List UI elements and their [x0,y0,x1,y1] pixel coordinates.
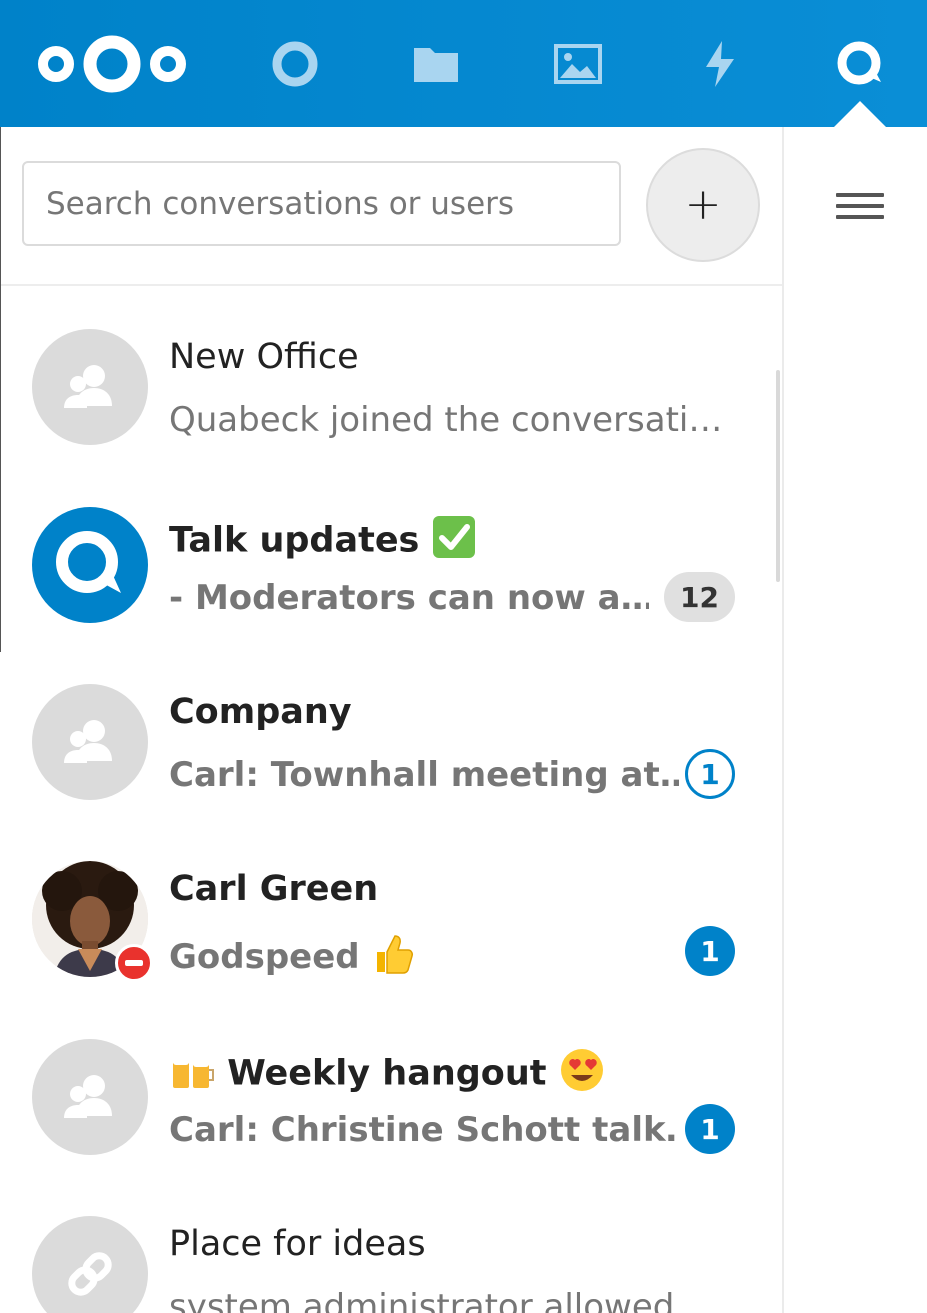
unread-badge: 12 [664,572,735,622]
last-message: - Moderators can now a… [169,578,649,618]
active-app-indicator [834,101,886,127]
conversation-item-weekly-hangout[interactable]: Weekly hangout Carl: Christine Schott ta… [1,1018,761,1194]
last-message-text: Godspeed [169,937,360,977]
activity-icon[interactable] [690,0,750,127]
conversation-item-company[interactable]: Company Carl: Townhall meeting at… 1 [1,663,761,839]
unread-badge: 1 [685,926,735,976]
do-not-disturb-icon [115,944,153,982]
last-message: Carl: Christine Schott talk… [169,1110,679,1150]
scrollbar[interactable] [776,370,780,582]
conversation-name-text: Weekly hangout [227,1053,547,1094]
last-message: Godspeed [169,932,649,985]
check-emoji [432,515,476,568]
dashboard-icon[interactable] [264,0,326,127]
sidebar-divider [782,127,784,1313]
conversation-item-carl-green[interactable]: Carl Green Godspeed 1 [1,840,761,1016]
last-message: system administrator allowed… [169,1287,709,1313]
unread-badge: 1 [685,749,735,799]
group-icon [32,684,148,800]
search-divider [1,284,782,286]
talk-logo [32,507,148,623]
add-label: + [684,179,722,230]
group-icon [32,329,148,445]
top-navigation-bar [0,0,927,127]
conversation-name: Company [169,692,352,732]
conversation-name: Weekly hangout [169,1047,605,1102]
files-icon[interactable] [406,0,466,127]
conversation-item-place-for-ideas[interactable]: Place for ideas system administrator all… [1,1195,761,1313]
last-message: Quabeck joined the conversati… [169,400,723,440]
conversation-name-text: Talk updates [169,520,420,561]
unread-badge: 1 [685,1104,735,1154]
conversation-item-talk-updates[interactable]: Talk updates - Moderators can now a… 12 [1,486,761,662]
conversation-name: Talk updates [169,515,476,568]
heart-eyes-emoji [559,1047,605,1102]
last-message: Carl: Townhall meeting at… [169,755,679,795]
beer-mugs-emoji [169,1048,215,1101]
conversation-item-new-office[interactable]: New Office Quabeck joined the conversati… [1,308,761,484]
link-icon [32,1216,148,1313]
conversation-name: New Office [169,337,359,377]
thumbs-up-emoji [371,932,415,985]
photos-icon[interactable] [548,0,608,127]
nextcloud-logo[interactable] [30,0,194,127]
hamburger-menu-icon[interactable] [836,183,884,229]
conversation-name: Carl Green [169,869,379,909]
conversation-name: Place for ideas [169,1224,426,1264]
new-conversation-button[interactable]: + [646,148,760,262]
search-input[interactable] [22,161,621,246]
group-icon [32,1039,148,1155]
